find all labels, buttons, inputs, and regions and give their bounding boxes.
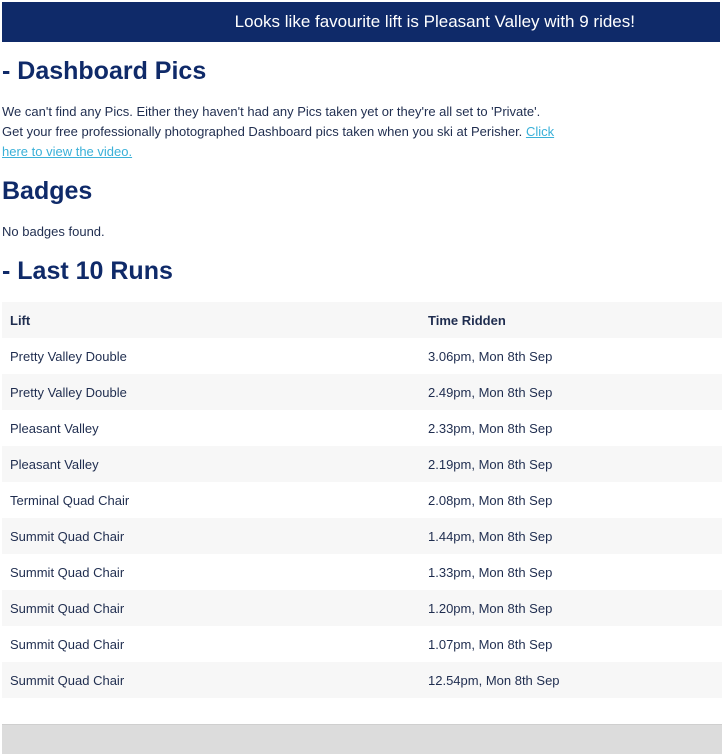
- lift-name: Pleasant Valley: [2, 446, 420, 482]
- lift-name: Pleasant Valley: [10, 420, 99, 436]
- time-ridden: 2.08pm, Mon 8th Sep: [428, 492, 553, 508]
- lift-name: Summit Quad Chair: [10, 564, 125, 580]
- time-ridden: 1.44pm, Mon 8th Sep: [420, 518, 722, 554]
- badges-heading: Badges: [2, 177, 93, 205]
- no-badges-message: No badges found.: [2, 224, 105, 239]
- time-ridden: 12.54pm, Mon 8th Sep: [420, 662, 722, 698]
- table-row: Pleasant Valley 2.33pm, Mon 8th Sep: [2, 410, 722, 446]
- lift-name: Summit Quad Chair: [2, 590, 420, 626]
- lift-name: Summit Quad Chair: [2, 662, 420, 698]
- table-row: Pleasant Valley 2.19pm, Mon 8th Sep: [2, 446, 722, 482]
- pics-empty-message: We can't find any Pics. Either they have…: [2, 104, 541, 119]
- time-ridden: 1.33pm, Mon 8th Sep: [428, 564, 553, 580]
- favourite-lift-banner: Looks like favourite lift is Pleasant Va…: [2, 2, 720, 42]
- runs-table: Lift Time Ridden Pretty Valley Double 3.…: [2, 302, 722, 698]
- table-row: Summit Quad Chair 1.07pm, Mon 8th Sep: [2, 626, 722, 662]
- time-ridden: 2.33pm, Mon 8th Sep: [428, 420, 553, 436]
- time-column-header: Time Ridden: [420, 302, 722, 338]
- lift-name: Terminal Quad Chair: [10, 492, 130, 508]
- table-row: Summit Quad Chair 1.20pm, Mon 8th Sep: [2, 590, 722, 626]
- table-row: Summit Quad Chair 1.44pm, Mon 8th Sep: [2, 518, 722, 554]
- lift-name: Summit Quad Chair: [2, 518, 420, 554]
- dashboard-pics-heading: - Dashboard Pics: [2, 57, 207, 85]
- time-ridden: 1.07pm, Mon 8th Sep: [428, 636, 553, 652]
- page-footer: [2, 724, 722, 754]
- lift-name: Pretty Valley Double: [10, 348, 127, 364]
- runs-header-row: Lift Time Ridden: [2, 302, 722, 338]
- table-row: Terminal Quad Chair 2.08pm, Mon 8th Sep: [2, 482, 722, 518]
- lift-name: Pretty Valley Double: [2, 374, 420, 410]
- pics-promo-label: Get your free professionally photographe…: [2, 124, 523, 139]
- table-row: Summit Quad Chair 1.33pm, Mon 8th Sep: [2, 554, 722, 590]
- table-row: Summit Quad Chair 12.54pm, Mon 8th Sep: [2, 662, 722, 698]
- time-ridden: 1.20pm, Mon 8th Sep: [420, 590, 722, 626]
- time-ridden: 3.06pm, Mon 8th Sep: [428, 348, 553, 364]
- pics-promo-text: Get your free professionally photographe…: [2, 122, 562, 162]
- time-ridden: 2.49pm, Mon 8th Sep: [420, 374, 722, 410]
- last-runs-heading: - Last 10 Runs: [2, 257, 173, 285]
- lift-name: Summit Quad Chair: [10, 636, 125, 652]
- lift-column-header: Lift: [2, 302, 420, 338]
- time-ridden: 2.19pm, Mon 8th Sep: [420, 446, 722, 482]
- table-row: Pretty Valley Double 3.06pm, Mon 8th Sep: [2, 338, 722, 374]
- table-row: Pretty Valley Double 2.49pm, Mon 8th Sep: [2, 374, 722, 410]
